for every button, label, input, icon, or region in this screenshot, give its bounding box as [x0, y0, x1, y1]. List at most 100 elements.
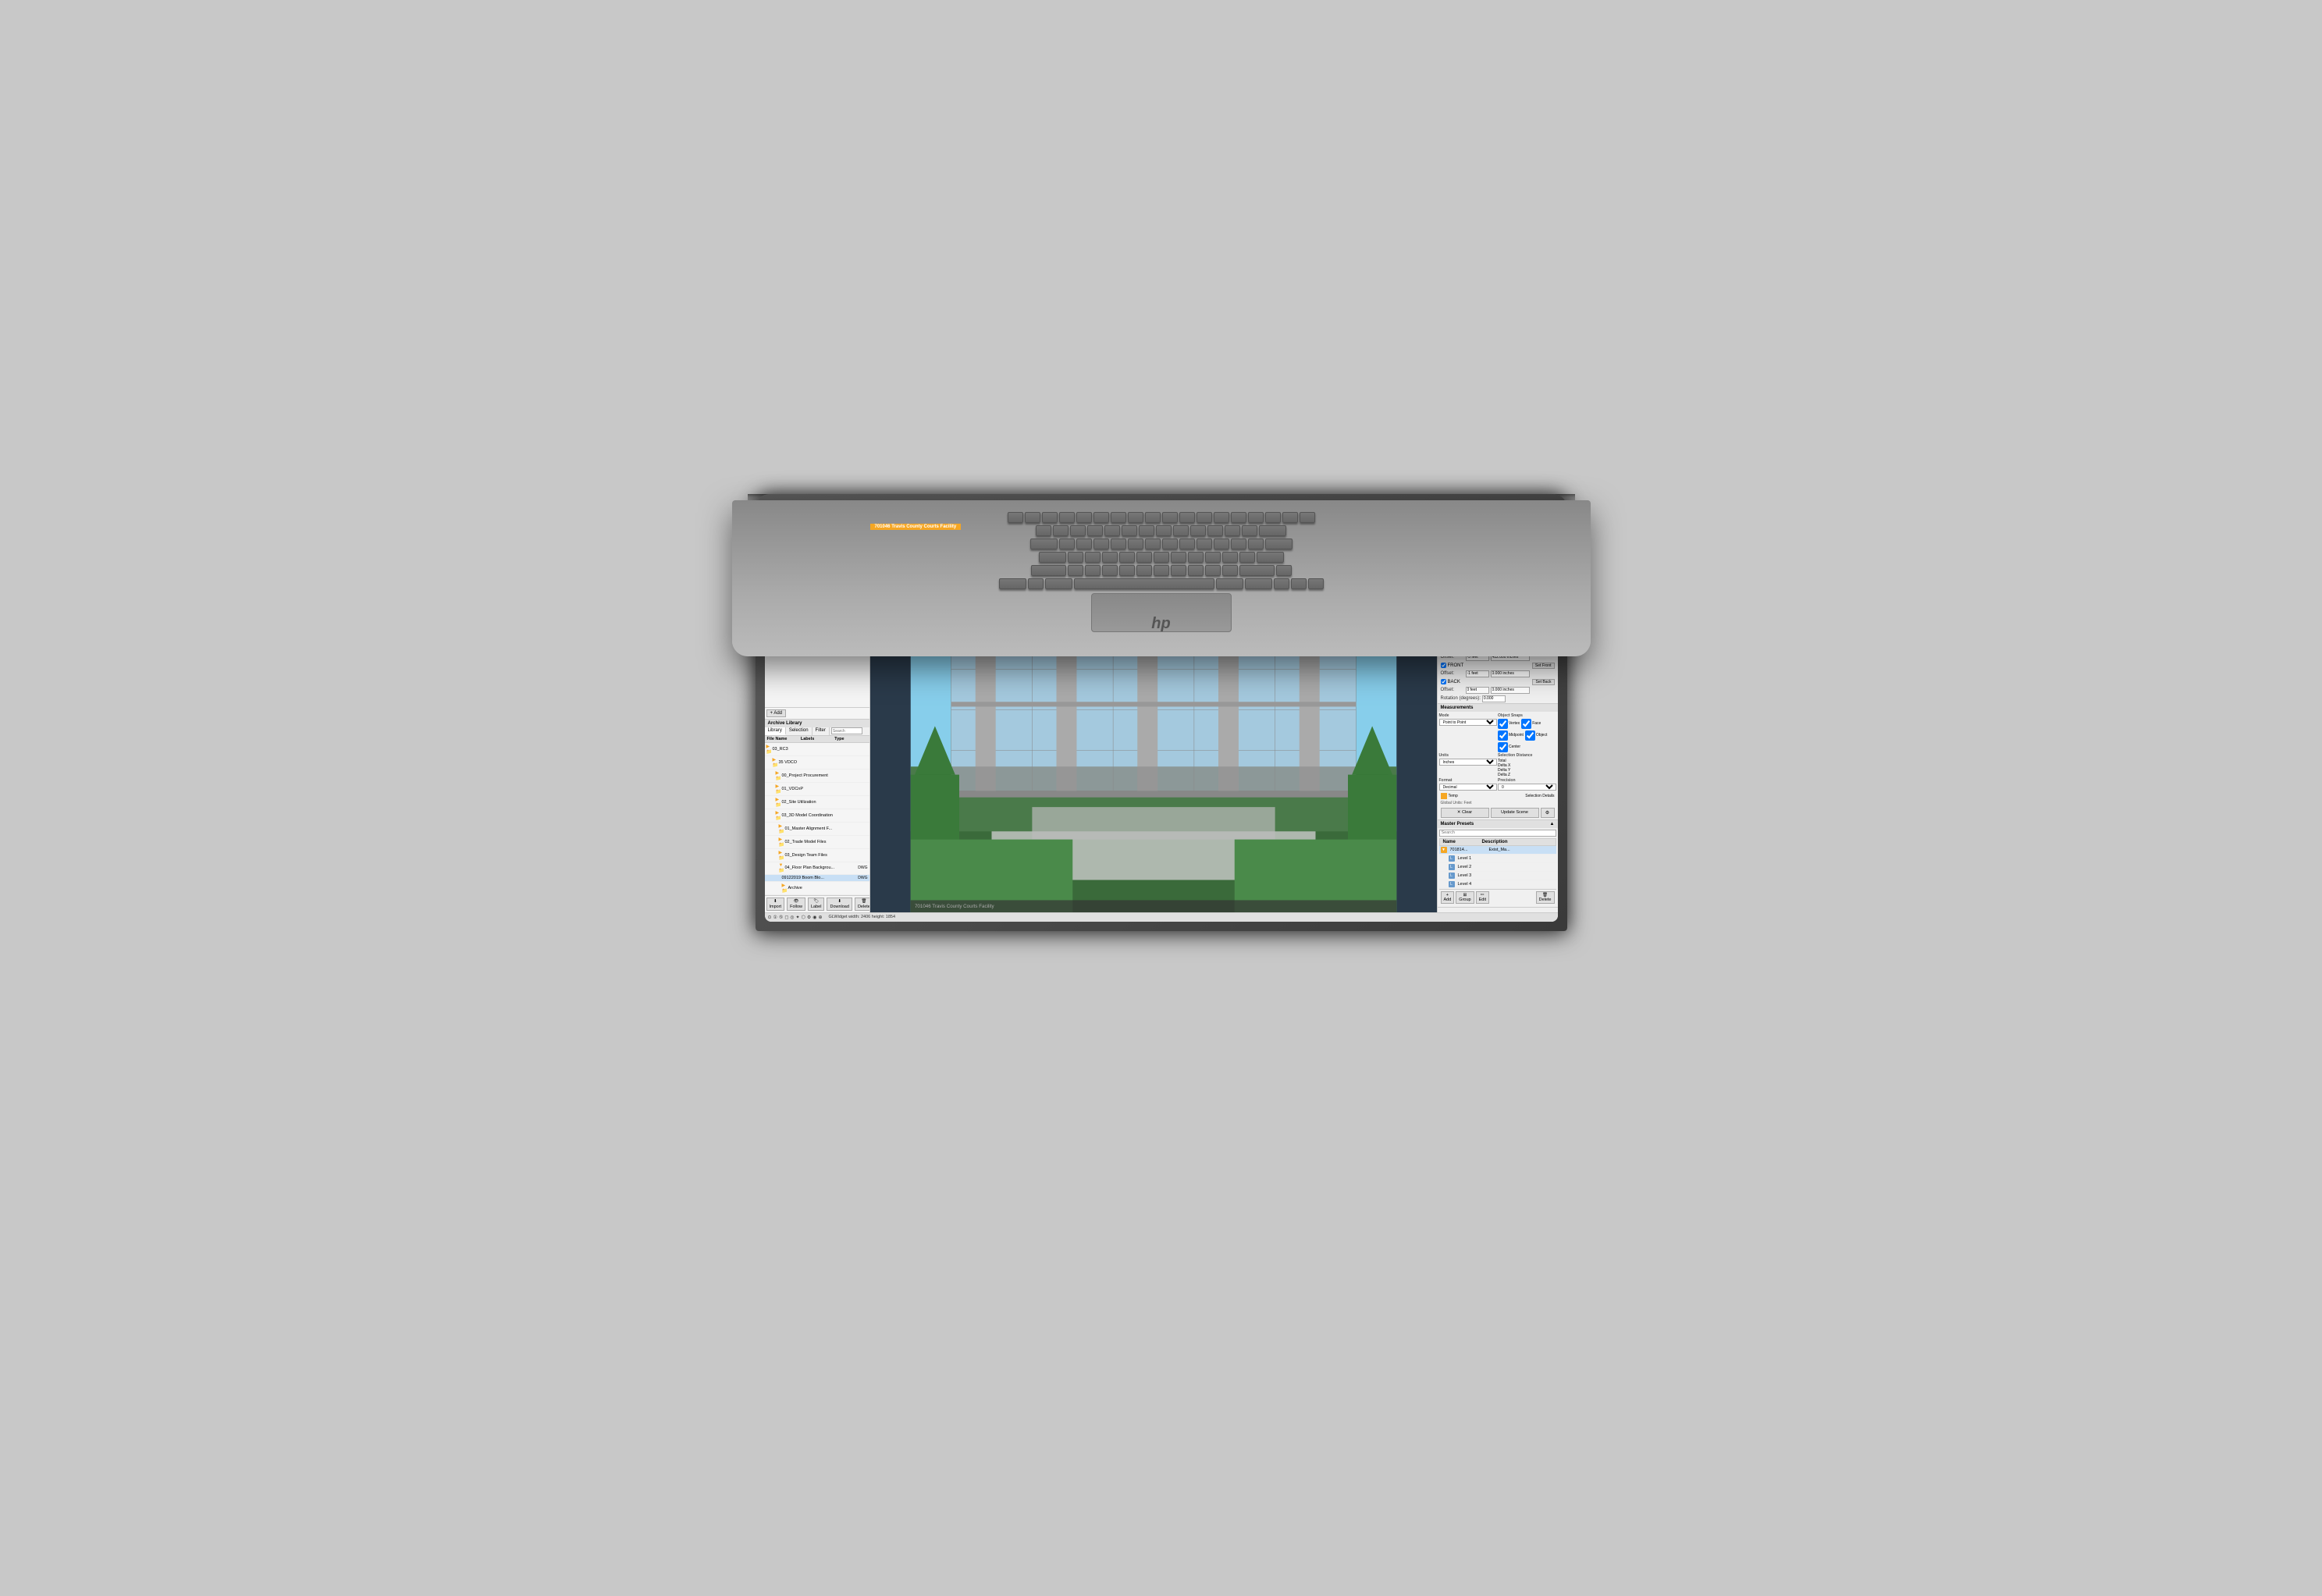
key-comma[interactable] — [1188, 565, 1204, 576]
key-r[interactable] — [1111, 539, 1126, 549]
presets-search-input[interactable] — [1439, 830, 1556, 837]
key-backspace[interactable] — [1259, 525, 1286, 536]
key-c[interactable] — [1102, 565, 1118, 576]
key-ralt[interactable] — [1216, 578, 1243, 589]
key-capslock[interactable] — [1039, 552, 1066, 563]
file-row[interactable]: ▶📁 35 VDCO — [765, 756, 869, 770]
preset-row-level2[interactable]: L Level 2 — [1439, 863, 1556, 872]
key-6[interactable] — [1139, 525, 1154, 536]
tab-filter[interactable]: Filter — [813, 727, 830, 735]
key-n[interactable] — [1154, 565, 1169, 576]
key-left[interactable] — [1274, 578, 1289, 589]
key-backslash[interactable] — [1265, 539, 1293, 549]
follow-button[interactable]: 👁Follow — [787, 898, 805, 911]
add-tag-button[interactable]: + Add — [766, 709, 787, 717]
key-9[interactable] — [1190, 525, 1206, 536]
key-e[interactable] — [1093, 539, 1109, 549]
key-tab[interactable] — [1030, 539, 1058, 549]
file-row[interactable]: ▶📁 01_VDCnP — [765, 783, 869, 796]
key-j[interactable] — [1171, 552, 1186, 563]
key-p[interactable] — [1214, 539, 1229, 549]
key-8[interactable] — [1173, 525, 1189, 536]
key-y[interactable] — [1145, 539, 1161, 549]
key-b[interactable] — [1136, 565, 1152, 576]
key-ins[interactable] — [1282, 512, 1298, 523]
front-offset-feet-input[interactable] — [1466, 670, 1489, 677]
set-back-button[interactable]: Set Back — [1532, 679, 1554, 685]
key-period[interactable] — [1205, 565, 1221, 576]
label-button[interactable]: 🏷Label — [808, 898, 824, 911]
key-lbracket[interactable] — [1231, 539, 1246, 549]
key-backtick[interactable] — [1036, 525, 1051, 536]
key-quote[interactable] — [1239, 552, 1255, 563]
key-equals[interactable] — [1242, 525, 1257, 536]
back-offset-inches-input[interactable] — [1491, 687, 1530, 694]
key-f11[interactable] — [1197, 512, 1212, 523]
key-lshift[interactable] — [1031, 565, 1066, 576]
preset-row-level1[interactable]: L Level 1 — [1439, 855, 1556, 863]
key-1[interactable] — [1053, 525, 1069, 536]
preset-row-main[interactable]: ▼ 701814... Exist_Ma... — [1439, 846, 1556, 855]
file-row[interactable]: ▶📁 02_Site Utilization — [765, 796, 869, 809]
format-select[interactable]: Decimal — [1439, 784, 1498, 791]
key-rctrl[interactable] — [1245, 578, 1272, 589]
delete-preset-button[interactable]: 🗑Delete — [1536, 891, 1555, 904]
key-pause[interactable] — [1265, 512, 1281, 523]
file-row[interactable]: ▶📁 03_3D Model Coordination — [765, 809, 869, 823]
key-lalt[interactable] — [1045, 578, 1072, 589]
tab-selection[interactable]: Selection — [786, 727, 813, 735]
key-slash[interactable] — [1222, 565, 1238, 576]
key-q[interactable] — [1059, 539, 1075, 549]
key-esc[interactable] — [1008, 512, 1023, 523]
key-7[interactable] — [1156, 525, 1172, 536]
key-f10[interactable] — [1179, 512, 1195, 523]
file-row[interactable]: ▶📁 03_RC3 — [765, 743, 869, 756]
key-l[interactable] — [1205, 552, 1221, 563]
key-z[interactable] — [1068, 565, 1083, 576]
key-o[interactable] — [1197, 539, 1212, 549]
precision-select[interactable]: 0 — [1498, 784, 1556, 791]
key-f4[interactable] — [1076, 512, 1092, 523]
key-g[interactable] — [1136, 552, 1152, 563]
rotation-input[interactable] — [1482, 695, 1506, 702]
key-5[interactable] — [1122, 525, 1137, 536]
back-checkbox[interactable] — [1441, 679, 1446, 684]
key-lctrl[interactable] — [999, 578, 1026, 589]
key-m[interactable] — [1171, 565, 1186, 576]
key-semicolon[interactable] — [1222, 552, 1238, 563]
file-row[interactable]: ▶📁 02_Trade Model Files — [765, 836, 869, 849]
file-row-selected[interactable]: 09122019 Boom Blo... DWG — [765, 875, 869, 882]
update-scene-button[interactable]: Update Scene — [1491, 808, 1539, 818]
key-3[interactable] — [1087, 525, 1103, 536]
set-front-button[interactable]: Set Front — [1532, 663, 1555, 669]
delete-button[interactable]: 🗑Delete — [855, 898, 870, 911]
edit-preset-button[interactable]: ✏Edit — [1476, 891, 1489, 904]
key-w[interactable] — [1076, 539, 1092, 549]
key-k[interactable] — [1188, 552, 1204, 563]
key-scr[interactable] — [1248, 512, 1264, 523]
key-f2[interactable] — [1042, 512, 1058, 523]
key-up[interactable] — [1276, 565, 1292, 576]
add-preset-button[interactable]: +Add — [1441, 891, 1455, 904]
key-fn[interactable] — [1028, 578, 1044, 589]
preset-row-level4[interactable]: L Level 4 — [1439, 880, 1556, 889]
face-snap-checkbox[interactable] — [1521, 719, 1531, 729]
key-f1[interactable] — [1025, 512, 1040, 523]
archive-search-input[interactable] — [831, 727, 862, 734]
key-f12[interactable] — [1214, 512, 1229, 523]
key-f7[interactable] — [1128, 512, 1143, 523]
key-del[interactable] — [1300, 512, 1315, 523]
tab-library[interactable]: Library — [765, 727, 786, 735]
import-button[interactable]: ⬇Import — [766, 898, 785, 911]
key-f3[interactable] — [1059, 512, 1075, 523]
key-f5[interactable] — [1093, 512, 1109, 523]
back-offset-feet-input[interactable] — [1466, 687, 1489, 694]
key-u[interactable] — [1162, 539, 1178, 549]
key-f9[interactable] — [1162, 512, 1178, 523]
key-4[interactable] — [1104, 525, 1120, 536]
download-button[interactable]: ⬇Download — [827, 898, 852, 911]
front-checkbox[interactable] — [1441, 663, 1446, 668]
key-f8[interactable] — [1145, 512, 1161, 523]
file-row[interactable]: ▶📁 01_Master Alignment F... — [765, 823, 869, 836]
center-snap-checkbox[interactable] — [1498, 742, 1508, 752]
